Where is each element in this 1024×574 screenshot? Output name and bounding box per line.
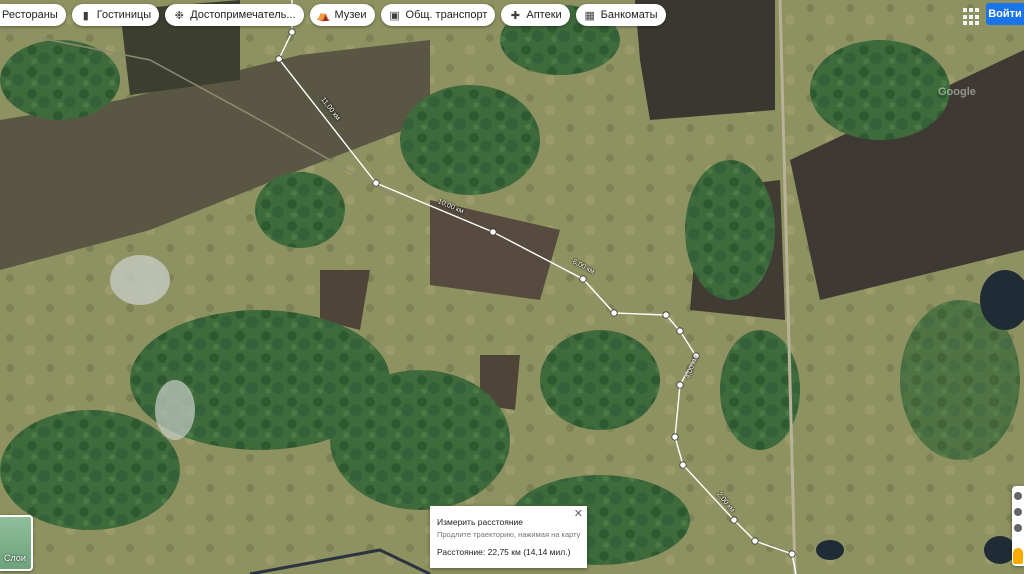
route-vertex[interactable] (671, 433, 679, 441)
route-vertex[interactable] (730, 516, 738, 524)
measure-distance: Расстояние: 22,75 км (14,14 мил.) (437, 547, 571, 557)
category-chips: Рестораны ▮ Гостиницы ❉ Достопримечатель… (0, 4, 666, 26)
route-vertex[interactable] (662, 311, 670, 319)
pegman-icon[interactable] (1013, 548, 1023, 564)
layers-button[interactable]: Слои (0, 515, 33, 571)
chip-museums[interactable]: ⛺ Музеи (309, 4, 375, 26)
route-vertex[interactable] (579, 275, 587, 283)
pharmacy-icon: ✚ (510, 9, 520, 22)
chip-pharmacy-label: Аптеки (526, 9, 562, 21)
chip-atm[interactable]: ▦ Банкоматы (575, 4, 666, 26)
layers-label: Слои (4, 553, 26, 563)
route-vertex[interactable] (676, 327, 684, 335)
route-vertex[interactable] (610, 309, 618, 317)
route-vertex[interactable] (679, 461, 687, 469)
chip-hotels-label: Гостиницы (96, 9, 152, 21)
route-vertex[interactable] (676, 381, 684, 389)
chip-transit-label: Общ. транспорт (405, 9, 488, 21)
measure-title: Измерить расстояние (437, 517, 523, 527)
route-vertex[interactable] (489, 228, 497, 236)
compass-icon[interactable] (1014, 492, 1022, 500)
atm-icon: ▦ (584, 9, 595, 22)
transit-icon: ▣ (389, 9, 400, 22)
map-watermark: Google (938, 86, 976, 98)
route-vertex[interactable] (788, 550, 796, 558)
chip-attractions[interactable]: ❉ Достопримечатель... (165, 4, 304, 26)
chip-transit[interactable]: ▣ Общ. транспорт (380, 4, 496, 26)
chip-restaurants-label: Рестораны (2, 9, 58, 21)
route-vertex[interactable] (751, 537, 759, 545)
chip-hotels[interactable]: ▮ Гостиницы (71, 4, 160, 26)
museum-icon: ⛺ (316, 9, 331, 22)
attractions-icon: ❉ (174, 9, 184, 22)
zoom-out-icon[interactable] (1014, 524, 1022, 532)
route-vertex[interactable] (372, 179, 380, 187)
measure-hint: Продлите траекторию, нажимая на карту (437, 530, 581, 539)
chip-attractions-label: Достопримечатель... (190, 9, 296, 21)
measure-distance-card: Измерить расстояние Продлите траекторию,… (430, 506, 587, 568)
satellite-map[interactable] (0, 0, 1024, 574)
chip-pharmacy[interactable]: ✚ Аптеки (501, 4, 570, 26)
apps-grid-icon[interactable] (960, 6, 983, 26)
chip-museums-label: Музеи (334, 9, 367, 21)
login-button[interactable]: Войти (986, 3, 1024, 25)
hotel-icon: ▮ (82, 9, 89, 22)
route-vertex[interactable] (275, 55, 283, 63)
route-vertex[interactable] (288, 28, 296, 36)
close-icon[interactable]: ✕ (574, 507, 583, 520)
zoom-in-icon[interactable] (1014, 508, 1022, 516)
chip-restaurants[interactable]: Рестораны (0, 4, 66, 26)
chip-atm-label: Банкоматы (600, 9, 658, 21)
